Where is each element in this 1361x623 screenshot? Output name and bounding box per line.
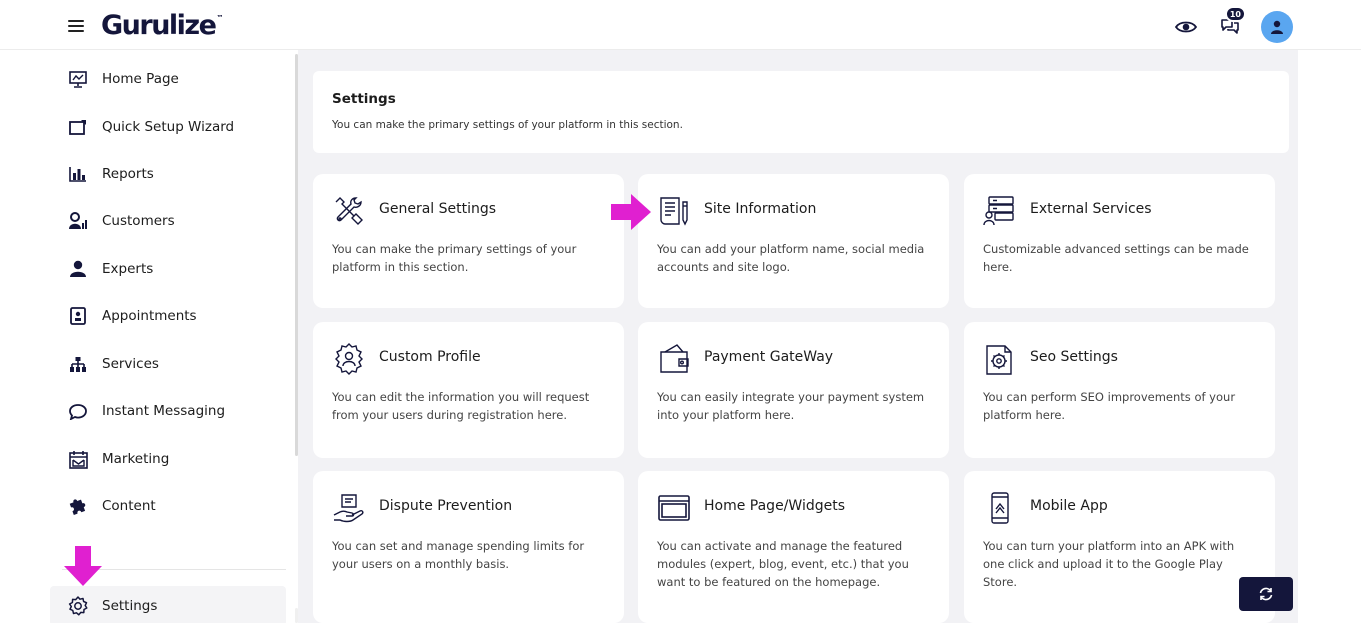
sidebar-item-settings[interactable]: Settings — [50, 586, 286, 623]
arrow-right-annotation-icon — [611, 194, 651, 230]
sidebar-item-content[interactable]: Content — [50, 486, 286, 526]
page-subtitle: You can make the primary settings of you… — [332, 119, 683, 131]
card-payment-gateway[interactable]: Payment GateWay You can easily integrate… — [638, 322, 949, 458]
top-actions: 10 — [1173, 6, 1293, 43]
user-avatar[interactable] — [1261, 11, 1293, 43]
sidebar-item-appointments[interactable]: Appointments — [50, 296, 286, 336]
card-mobile-app[interactable]: Mobile App You can turn your platform in… — [964, 471, 1275, 623]
seo-gear-icon — [983, 342, 1017, 376]
sidebar-item-customers[interactable]: Customers — [50, 201, 286, 241]
sidebar-item-experts[interactable]: Experts — [50, 249, 286, 289]
card-title: General Settings — [379, 201, 497, 217]
gear-icon — [68, 596, 88, 616]
wizard-icon — [68, 117, 88, 137]
sidebar-item-label: Home Page — [102, 71, 179, 87]
refresh-button[interactable] — [1239, 577, 1293, 611]
monitor-icon — [68, 69, 88, 89]
hand-shield-icon — [332, 491, 366, 525]
card-title: Seo Settings — [1030, 349, 1118, 365]
card-title: Site Information — [704, 201, 817, 217]
sidebar: Home Page Quick Setup Wizard Reports Cus… — [50, 50, 298, 623]
user-icon — [68, 259, 88, 279]
top-bar: Gurulize™ 10 — [0, 0, 1361, 50]
main-content: Settings You can make the primary settin… — [298, 50, 1298, 623]
menu-toggle-icon[interactable] — [68, 20, 84, 32]
card-description: You can easily integrate your payment sy… — [657, 390, 925, 422]
card-custom-profile[interactable]: Custom Profile You can edit the informat… — [313, 322, 624, 458]
profile-gear-icon — [332, 342, 366, 376]
bar-chart-icon — [68, 164, 88, 184]
card-title: Home Page/Widgets — [704, 498, 845, 514]
sidebar-item-quick-setup-wizard[interactable]: Quick Setup Wizard — [50, 107, 286, 147]
card-description: You can perform SEO improvements of your… — [983, 390, 1236, 422]
settings-header-card: Settings You can make the primary settin… — [313, 71, 1289, 153]
puzzle-icon — [68, 496, 88, 516]
card-description: You can activate and manage the featured… — [657, 539, 909, 589]
customers-icon — [68, 211, 88, 231]
sidebar-item-label: Reports — [102, 166, 154, 182]
sidebar-item-instant-messaging[interactable]: Instant Messaging — [50, 391, 286, 431]
card-description: You can make the primary settings of you… — [332, 242, 577, 274]
sidebar-item-services[interactable]: Services — [50, 344, 286, 384]
card-title: Payment GateWay — [704, 349, 834, 365]
sidebar-item-label: Content — [102, 498, 156, 514]
sidebar-item-label: Instant Messaging — [102, 403, 226, 419]
card-description: You can add your platform name, social m… — [657, 242, 925, 274]
card-site-information[interactable]: Site Information You can add your platfo… — [638, 174, 949, 308]
messages-icon[interactable]: 10 — [1217, 6, 1246, 40]
card-external-services[interactable]: External Services Customizable advanced … — [964, 174, 1275, 308]
badge-icon — [68, 306, 88, 326]
sidebar-item-label: Settings — [102, 598, 158, 614]
card-title: Dispute Prevention — [379, 498, 513, 514]
card-title: Mobile App — [1030, 498, 1108, 514]
document-pen-icon — [657, 194, 691, 228]
sidebar-item-label: Services — [102, 356, 159, 372]
page-title: Settings — [332, 91, 396, 107]
card-dispute-prevention[interactable]: Dispute Prevention You can set and manag… — [313, 471, 624, 623]
refresh-icon — [1259, 587, 1273, 601]
card-description: Customizable advanced settings can be ma… — [983, 242, 1249, 274]
card-seo-settings[interactable]: Seo Settings You can perform SEO improve… — [964, 322, 1275, 458]
sidebar-item-label: Quick Setup Wizard — [102, 119, 235, 135]
notification-badge: 10 — [1224, 6, 1246, 22]
mobile-icon — [983, 491, 1017, 525]
tools-icon — [332, 194, 366, 228]
server-user-icon — [983, 194, 1017, 228]
card-title: Custom Profile — [379, 349, 481, 365]
sidebar-item-home-page[interactable]: Home Page — [50, 59, 286, 99]
card-description: You can turn your platform into an APK w… — [983, 539, 1235, 589]
sidebar-item-label: Experts — [102, 261, 154, 277]
card-description: You can edit the information you will re… — [332, 390, 590, 422]
arrow-down-annotation-icon — [64, 546, 102, 586]
sidebar-item-label: Customers — [102, 213, 175, 229]
calendar-mail-icon — [68, 449, 88, 469]
browser-window-icon — [657, 491, 691, 525]
sidebar-item-label: Appointments — [102, 308, 197, 324]
card-general-settings[interactable]: General Settings You can make the primar… — [313, 174, 624, 308]
card-title: External Services — [1030, 201, 1152, 217]
card-description: You can set and manage spending limits f… — [332, 539, 585, 571]
sidebar-item-reports[interactable]: Reports — [50, 154, 286, 194]
sidebar-item-marketing[interactable]: Marketing — [50, 439, 286, 479]
sitemap-icon — [68, 354, 88, 374]
app-logo[interactable]: Gurulize™ — [101, 10, 223, 41]
sidebar-item-label: Marketing — [102, 451, 170, 467]
preview-eye-icon[interactable] — [1173, 14, 1199, 40]
card-home-page-widgets[interactable]: Home Page/Widgets You can activate and m… — [638, 471, 949, 623]
chat-icon — [68, 401, 88, 421]
wallet-icon — [657, 342, 691, 376]
